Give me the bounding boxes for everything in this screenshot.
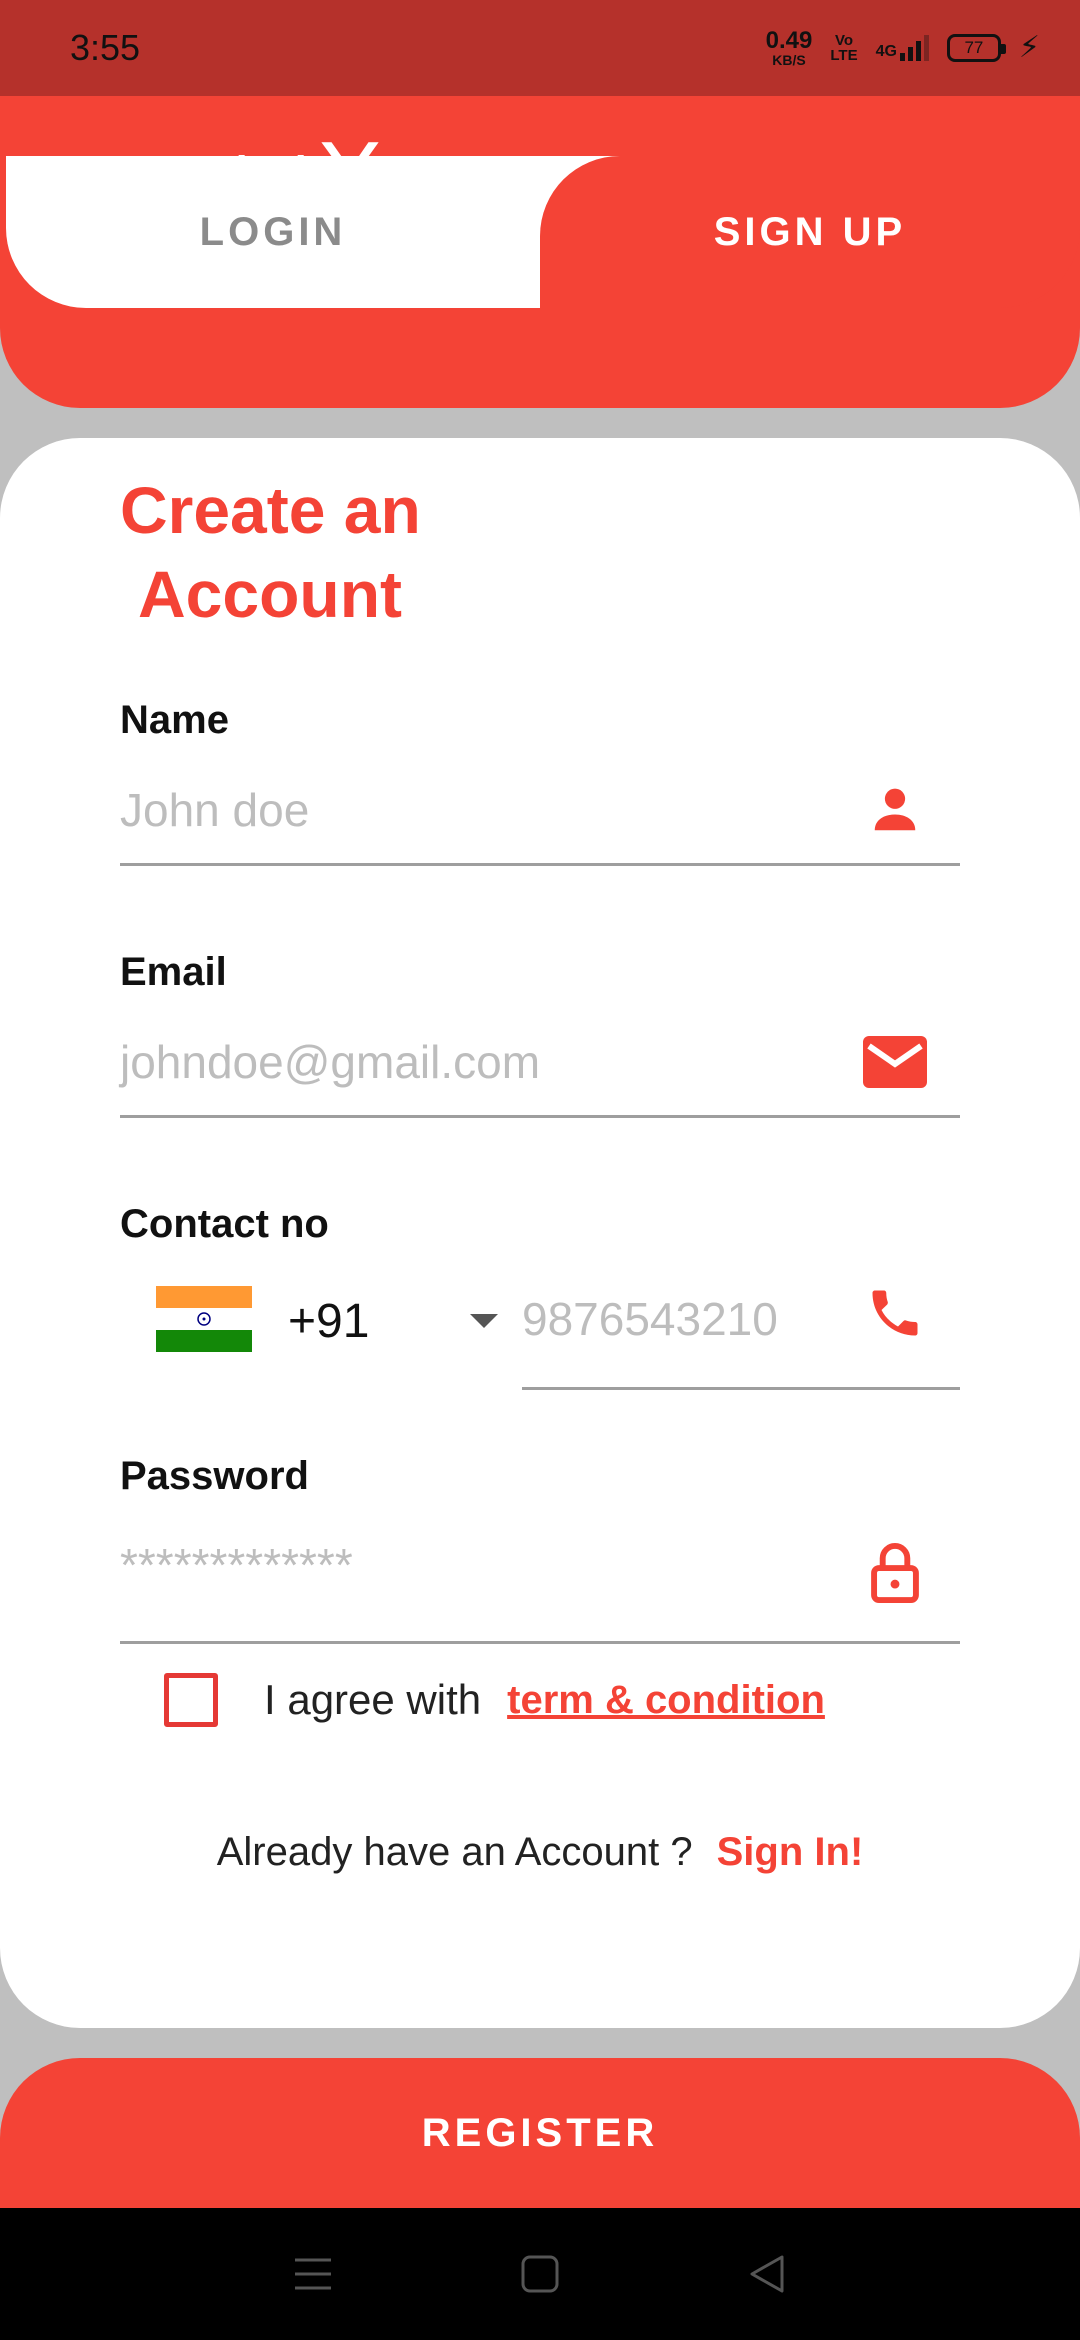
register-button[interactable]: REGISTER xyxy=(0,2058,1080,2208)
tab-signup-label: SIGN UP xyxy=(713,209,907,254)
chevron-down-icon[interactable] xyxy=(470,1314,498,1328)
battery-level: 77 xyxy=(964,38,984,57)
volte-bottom: LTE xyxy=(830,47,858,64)
password-input[interactable]: ************* xyxy=(120,1538,860,1592)
title-line2: Account xyxy=(138,557,402,631)
phone-icon xyxy=(860,1278,930,1348)
system-nav-bar xyxy=(0,2208,1080,2340)
signal-icon: 4G xyxy=(876,35,929,61)
status-bar: 3:55 0.49 KB/S Vo LTE 4G 77 ⚡ xyxy=(0,0,1080,96)
email-input[interactable]: johndoe@gmail.com xyxy=(120,1035,860,1089)
network-speed-value: 0.49 xyxy=(765,27,813,54)
india-flag-icon xyxy=(156,1286,252,1352)
menu-icon[interactable] xyxy=(283,2244,343,2304)
status-time: 3:55 xyxy=(70,27,141,68)
email-label: Email xyxy=(120,950,227,994)
name-field[interactable]: John doe xyxy=(120,756,960,866)
tab-login-label: LOGIN xyxy=(199,209,347,254)
person-icon xyxy=(860,775,930,845)
volte-icon: Vo LTE xyxy=(830,33,857,63)
screen: 3:55 0.49 KB/S Vo LTE 4G 77 ⚡ LOGIN SIGN… xyxy=(0,0,1080,2340)
lock-icon xyxy=(860,1538,930,1608)
back-icon[interactable] xyxy=(737,2244,797,2304)
agree-text: I agree with xyxy=(264,1676,482,1723)
network-speed-unit: KB/S xyxy=(772,52,806,68)
signin-prompt: Already have an Account ? xyxy=(216,1830,693,1874)
network-type: 4G xyxy=(875,43,897,60)
terms-link[interactable]: term & condition xyxy=(507,1678,825,1723)
register-label: REGISTER xyxy=(421,2110,659,2155)
password-field[interactable]: ************* xyxy=(120,1534,960,1644)
terms-row: I agree with term & condition xyxy=(164,1670,825,1730)
battery-icon: 77 xyxy=(946,34,1006,62)
signin-link[interactable]: Sign In! xyxy=(717,1830,864,1875)
tab-signup[interactable]: SIGN UP xyxy=(540,156,1080,308)
phone-input[interactable]: 9876543210 xyxy=(522,1280,860,1346)
title-line1: Create an xyxy=(120,473,421,547)
password-label: Password xyxy=(120,1454,309,1498)
volte-top: Vo xyxy=(834,32,853,49)
signin-row: Already have an Account ? Sign In! xyxy=(0,1830,1080,1875)
email-field[interactable]: johndoe@gmail.com xyxy=(120,1008,960,1118)
phone-field[interactable]: 9876543210 xyxy=(522,1238,960,1390)
home-icon[interactable] xyxy=(510,2244,570,2304)
status-icons: 0.49 KB/S Vo LTE 4G 77 ⚡ xyxy=(765,27,1040,68)
mail-icon xyxy=(860,1027,930,1097)
page-title: Create an Account xyxy=(120,468,421,636)
name-input[interactable]: John doe xyxy=(120,783,860,837)
terms-checkbox[interactable] xyxy=(164,1673,218,1727)
tab-login[interactable]: LOGIN xyxy=(6,156,630,308)
charging-icon: ⚡ xyxy=(1018,31,1040,64)
country-code[interactable]: +91 xyxy=(288,1294,369,1349)
name-label: Name xyxy=(120,698,229,742)
network-speed: 0.49 KB/S xyxy=(765,27,813,68)
contact-row: +91 9876543210 xyxy=(120,1238,960,1390)
